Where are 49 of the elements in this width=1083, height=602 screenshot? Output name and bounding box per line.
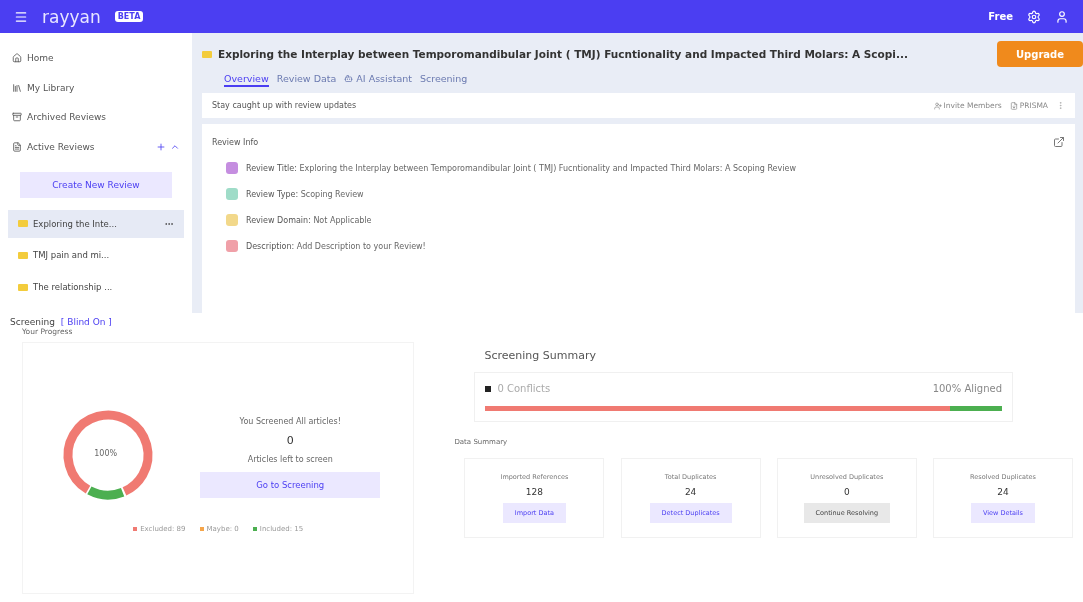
sidebar-item[interactable]: Archived Reviews [8,104,184,131]
beta-badge: BETA [114,11,144,22]
summary-title: Screening Summary [484,349,597,362]
info-text: Review Title: Exploring the Interplay between Temporomandibular Joint ( TMJ) Fucntionality and Impacted Third Molars: A Scoping Review [246,163,796,173]
section-title: Review Info [212,137,259,147]
robot-icon [344,74,354,83]
edit-icon[interactable] [1053,136,1065,148]
sidebar-item[interactable]: Active Reviews [8,134,184,160]
review-item[interactable]: TMJ pain and mi... [8,241,184,270]
settings-icon[interactable] [1027,9,1041,24]
plan-label: Free [988,11,1013,22]
folder-icon [18,251,28,259]
conflicts-text: 0 Conflicts [497,383,551,394]
document-icon [12,142,22,153]
blind-link[interactable]: [ Blind On ] [60,317,112,327]
tab[interactable]: Review Data [276,73,337,87]
updates-text: Stay caught up with review updates [212,101,357,110]
user-icon[interactable] [1055,9,1069,24]
info-text: Review Domain: Not Applicable [246,215,372,225]
section-title: Screening [10,317,55,327]
status-text: You Screened All articles! [239,416,341,426]
logo: rayyan [42,6,101,27]
review-item[interactable]: Exploring the Inte... [8,209,184,238]
folder-icon [202,50,212,58]
sidebar-item[interactable]: Home [8,45,184,71]
review-title: Exploring the Interplay between Temporomandibular Joint ( TMJ) Fucntionality and Impacted Third Molars: A Scopi... [218,48,909,60]
house-icon [12,52,22,63]
tab[interactable]: Overview [224,73,269,87]
tab[interactable]: AI Assistant [344,73,412,87]
create-review-button[interactable]: Create New Review [20,172,172,198]
folder-icon [18,283,28,291]
folder-icon [18,220,28,228]
document-icon [1009,101,1018,110]
count-label: Articles left to screen [247,454,333,464]
tab[interactable]: Screening [419,73,468,87]
review-item[interactable]: The relationship ... [8,273,184,301]
archive-box-icon [12,112,22,123]
go-screening-button[interactable]: Go to Screening [200,471,381,498]
info-text: Description: Add Description to your Review! [246,241,426,251]
sidebar-item[interactable]: My Library [8,74,184,101]
count-value: 0 [286,433,294,447]
aligned-text: 100% Aligned [932,383,1002,394]
percent-label: 100% [94,449,118,458]
menu-icon[interactable] [14,9,28,24]
info-text: Review Type: Scoping Review [246,189,364,199]
add-icon[interactable] [156,142,166,153]
square-icon [485,385,492,392]
user-plus-icon [933,101,942,110]
books-icon [12,82,22,93]
